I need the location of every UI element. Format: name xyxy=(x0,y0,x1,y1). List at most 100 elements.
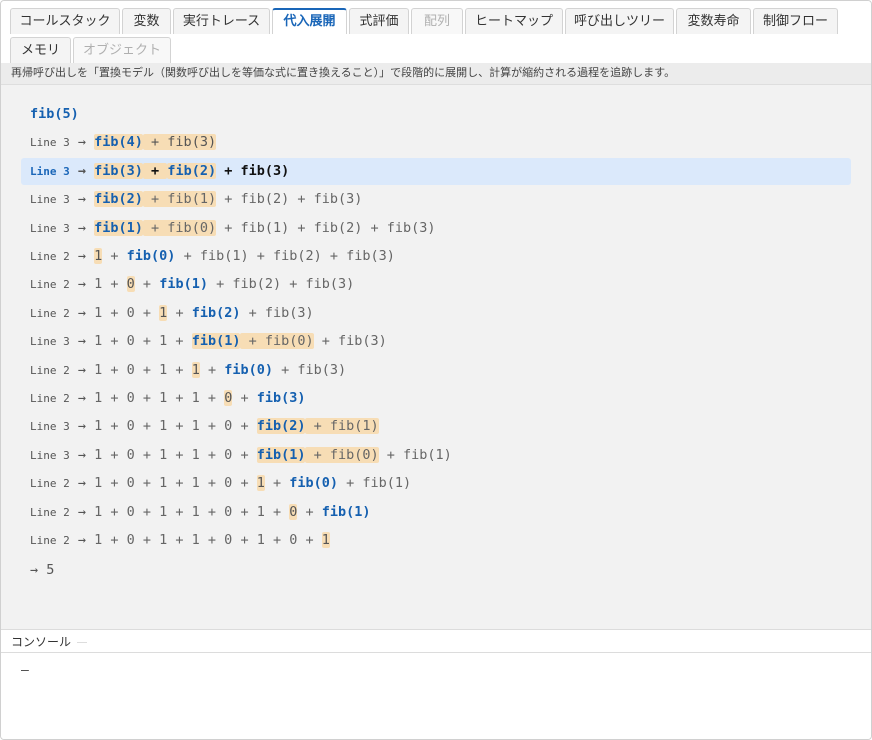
substitution-step[interactable]: Line 3 → 1 + 0 + 1 + fib(1) + fib(0) + f… xyxy=(21,328,851,355)
tab-control-flow[interactable]: 制御フロー xyxy=(753,8,838,34)
tab-array[interactable]: 配列 xyxy=(411,8,463,34)
step-expression-part: 1 xyxy=(321,532,330,548)
step-line-number: Line 3 xyxy=(30,193,70,206)
result-text: → 5 xyxy=(30,562,55,578)
tab-call-tree[interactable]: 呼び出しツリー xyxy=(565,8,674,34)
step-arrow: → xyxy=(69,163,95,179)
step-arrow: → xyxy=(69,305,95,321)
tab-substitution[interactable]: 代入展開 xyxy=(272,8,347,34)
substitution-step[interactable]: Line 3 → fib(3) + fib(2) + fib(3) xyxy=(21,158,851,185)
step-expression-part: fib(1) xyxy=(159,276,208,292)
tab-object[interactable]: オブジェクト xyxy=(73,37,171,63)
substitution-step[interactable]: Line 2 → 1 + fib(0) + fib(1) + fib(2) + … xyxy=(21,243,851,270)
step-expression-part: + xyxy=(232,390,257,406)
step-line-number: Line 2 xyxy=(30,534,70,547)
console-title: コンソール xyxy=(11,635,72,649)
step-expression-part: 1 + xyxy=(94,276,127,292)
step-line-number: Line 3 xyxy=(30,335,70,348)
step-expression-part: fib(1) xyxy=(256,447,306,463)
initial-expression-text: fib(5) xyxy=(30,106,79,122)
step-expression-part: fib(1) xyxy=(191,333,241,349)
step-expression-part: 1 xyxy=(191,362,200,378)
step-expression-part: fib(2) xyxy=(167,163,217,179)
step-expression-part: + xyxy=(167,305,192,321)
substitution-step[interactable]: Line 2 → 1 + 0 + 1 + 1 + 0 + 1 + 0 + 1 xyxy=(21,527,851,554)
substitution-step[interactable]: Line 3 → fib(2) + fib(1) + fib(2) + fib(… xyxy=(21,186,851,213)
substitution-step[interactable]: Line 2 → 1 + 0 + fib(1) + fib(2) + fib(3… xyxy=(21,271,851,298)
step-arrow: → xyxy=(69,220,95,236)
step-line-number: Line 2 xyxy=(30,278,70,291)
step-expression-part: 1 + 0 + 1 + xyxy=(94,362,192,378)
substitution-step[interactable]: Line 3 → 1 + 0 + 1 + 1 + 0 + fib(1) + fi… xyxy=(21,442,851,469)
step-line-number: Line 2 xyxy=(30,506,70,519)
step-expression-part: 1 + 0 + xyxy=(94,305,160,321)
tab-memory[interactable]: メモリ xyxy=(10,37,71,63)
tab-execution-trace[interactable]: 実行トレース xyxy=(173,8,270,34)
substitution-step[interactable]: Line 3 → 1 + 0 + 1 + 1 + 0 + fib(2) + fi… xyxy=(21,413,851,440)
step-arrow: → xyxy=(69,333,95,349)
console-panel: — xyxy=(1,653,871,739)
step-expression-part: 1 + 0 + 1 + 1 + 0 + xyxy=(94,447,257,463)
initial-expression: fib(5) xyxy=(21,101,851,128)
substitution-step[interactable]: Line 2 → 1 + 0 + 1 + 1 + fib(0) + fib(3) xyxy=(21,357,851,384)
step-expression-part: + fib(1) xyxy=(142,191,217,207)
step-expression-part: + fib(2) + fib(3) xyxy=(216,191,363,207)
step-arrow: → xyxy=(69,447,95,463)
tab-variable-lifetime[interactable]: 変数寿命 xyxy=(676,8,751,34)
console-output: — xyxy=(21,663,29,678)
step-expression-part: + fib(0) xyxy=(240,333,314,349)
step-expression-part: + fib(0) xyxy=(305,447,379,463)
substitution-step[interactable]: Line 2 → 1 + 0 + 1 + 1 + 0 + 1 + 0 + fib… xyxy=(21,499,851,526)
app-frame: コールスタック 変数 実行トレース 代入展開 式評価 配列 ヒートマップ 呼び出… xyxy=(0,0,872,740)
step-arrow: → xyxy=(69,362,95,378)
step-arrow: → xyxy=(69,475,95,491)
step-expression-part: fib(2) xyxy=(191,305,241,321)
step-expression-part: fib(1) xyxy=(321,504,371,520)
step-expression-part: + fib(3) xyxy=(216,163,290,179)
step-line-number: Line 2 xyxy=(30,307,70,320)
step-expression-part: + xyxy=(134,276,160,292)
tab-variables[interactable]: 変数 xyxy=(122,8,171,34)
step-expression-part: 1 xyxy=(256,475,265,491)
substitution-step[interactable]: Line 2 → 1 + 0 + 1 + fib(2) + fib(3) xyxy=(21,300,851,327)
step-expression-part: fib(1) xyxy=(94,220,143,236)
step-arrow: → xyxy=(69,248,95,264)
step-arrow: → xyxy=(69,276,95,292)
step-expression-part: + fib(3) xyxy=(313,333,387,349)
step-expression-part: + fib(1) xyxy=(338,475,412,491)
step-expression-part: fib(0) xyxy=(224,362,273,378)
step-expression-part: 1 + 0 + 1 + 1 + 0 + 1 + xyxy=(94,504,290,520)
substitution-step[interactable]: Line 3 → fib(4) + fib(3) xyxy=(21,129,851,156)
step-expression-part: + fib(1) + fib(2) + fib(3) xyxy=(175,248,395,264)
console-header: コンソール xyxy=(1,629,871,653)
step-expression-part: + fib(3) xyxy=(240,305,314,321)
substitution-step[interactable]: Line 3 → fib(1) + fib(0) + fib(1) + fib(… xyxy=(21,215,851,242)
tab-call-stack[interactable]: コールスタック xyxy=(10,8,120,34)
step-expression-part: 1 + 0 + 1 + xyxy=(94,333,192,349)
tab-expression-eval[interactable]: 式評価 xyxy=(349,8,409,34)
step-expression-part: + xyxy=(264,475,290,491)
step-expression-part: 0 xyxy=(126,276,135,292)
step-line-number: Line 3 xyxy=(30,222,70,235)
step-expression-part: fib(0) xyxy=(289,475,339,491)
step-arrow: → xyxy=(69,418,95,434)
step-expression-part: fib(2) xyxy=(256,418,306,434)
step-expression-part: + fib(1) xyxy=(378,447,452,463)
step-expression-part: + fib(1) + fib(2) + fib(3) xyxy=(216,220,436,236)
console-divider xyxy=(77,642,88,643)
tab-bar: コールスタック 変数 実行トレース 代入展開 式評価 配列 ヒートマップ 呼び出… xyxy=(1,1,871,63)
step-expression-part: fib(3) xyxy=(94,163,143,179)
step-arrow: → xyxy=(69,134,95,150)
tab-heatmap[interactable]: ヒートマップ xyxy=(465,8,563,34)
substitution-step[interactable]: Line 2 → 1 + 0 + 1 + 1 + 0 + fib(3) xyxy=(21,385,851,412)
step-expression-part: 1 + 0 + 1 + 1 + 0 + xyxy=(94,418,257,434)
step-line-number: Line 3 xyxy=(30,165,70,178)
panel-description: 再帰呼び出しを「置換モデル（関数呼び出しを等価な式に置き換えること）」で段階的に… xyxy=(1,63,871,85)
substitution-step[interactable]: Line 2 → 1 + 0 + 1 + 1 + 0 + 1 + fib(0) … xyxy=(21,470,851,497)
step-expression-part: + xyxy=(102,248,127,264)
step-arrow: → xyxy=(69,504,95,520)
step-line-number: Line 2 xyxy=(30,364,70,377)
step-expression-part: + fib(3) xyxy=(142,134,217,150)
step-line-number: Line 2 xyxy=(30,477,70,490)
step-expression-part: 1 + 0 + 1 + 1 + 0 + 1 + 0 + xyxy=(94,532,322,548)
